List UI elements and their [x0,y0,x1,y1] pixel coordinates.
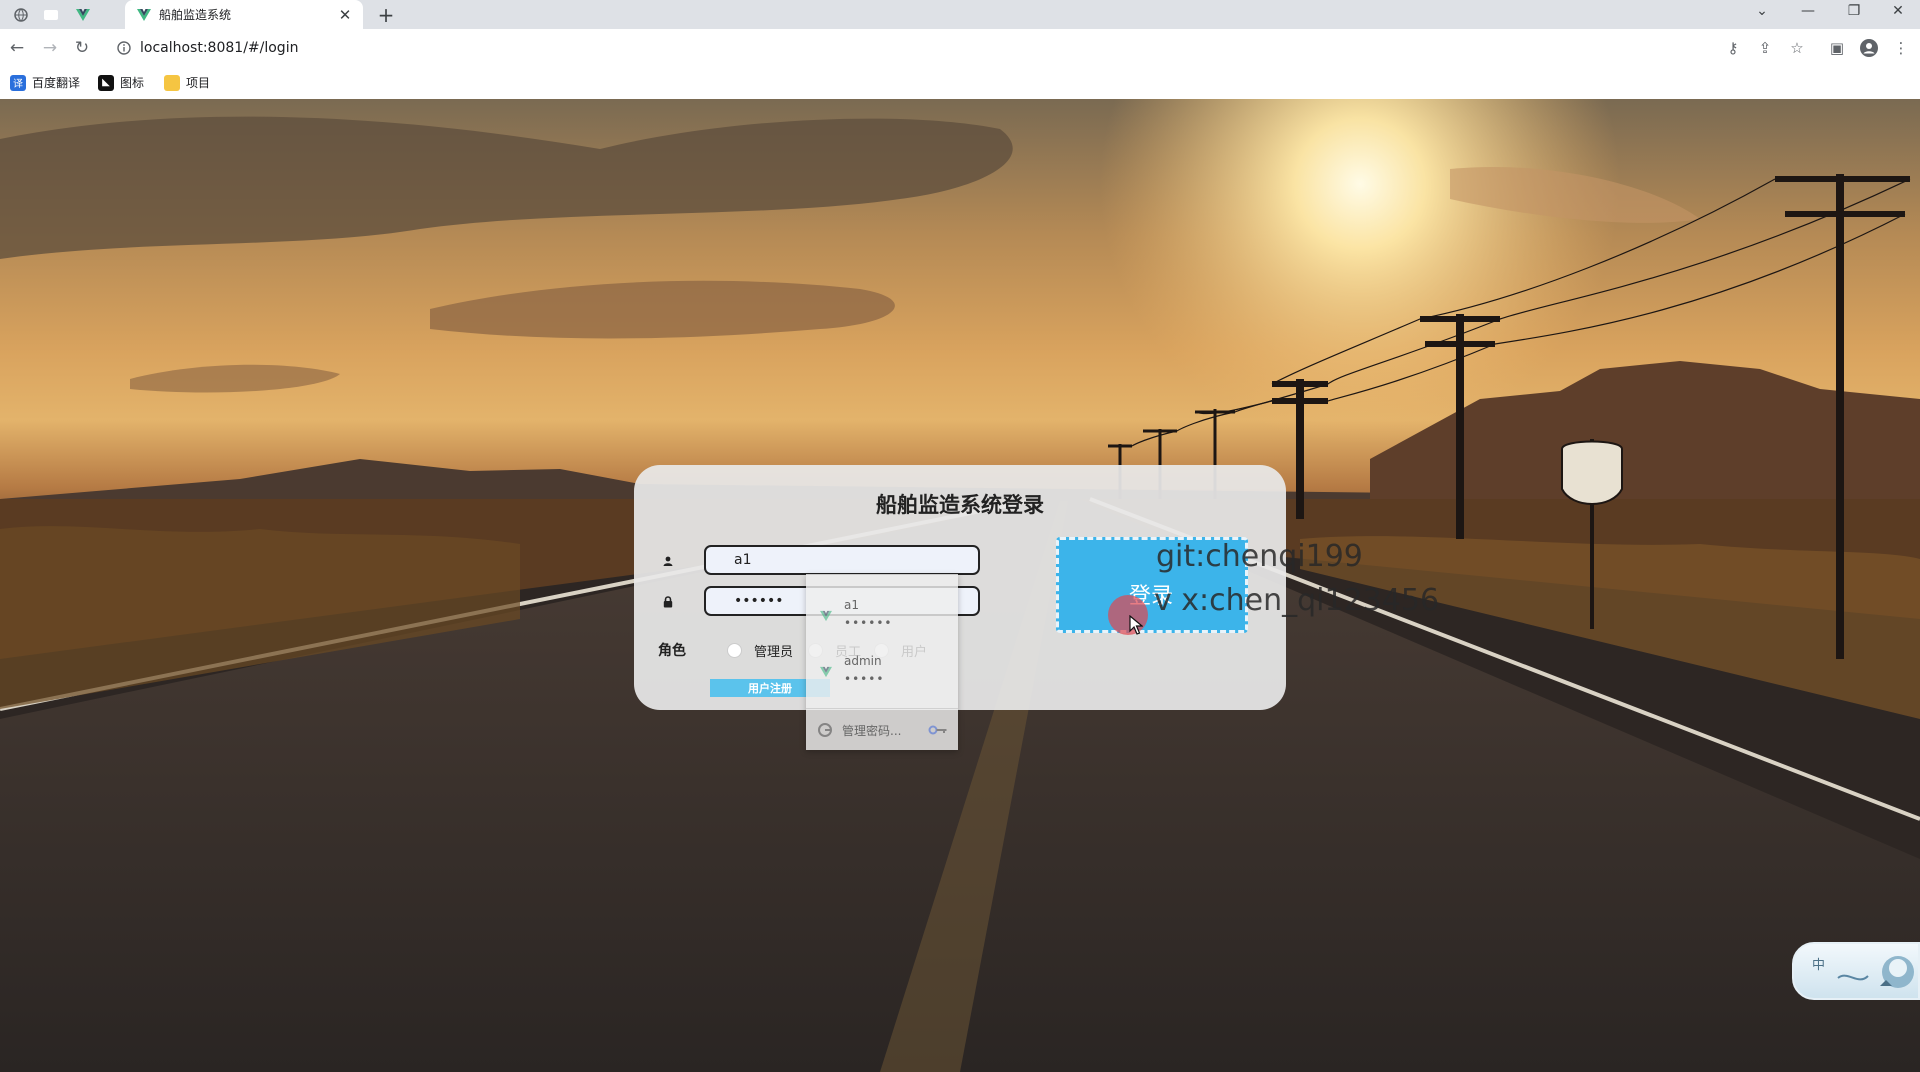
restore-button[interactable]: ❐ [1832,0,1876,22]
vue-logo-icon [820,666,832,678]
tab-vue[interactable] [72,4,94,26]
tab-title: 船舶监造系统 [159,8,232,22]
key-icon [928,725,947,735]
share-icon[interactable]: ⇪ [1753,36,1777,60]
ime-skin-icon [1837,956,1914,988]
bookmark-folder[interactable]: 项目 [164,74,210,91]
radio-admin[interactable]: 管理员 [727,641,793,660]
folder-icon [164,74,180,91]
tab-search-chevron-icon[interactable]: ⌄ [1740,0,1784,22]
ime-mode-label: 中 [1812,958,1826,973]
mouse-cursor-icon [1129,615,1143,635]
bookmark-label: 项目 [186,76,211,90]
info-icon[interactable] [116,40,132,56]
browser-toolbar: ← → ↻ localhost:8081/#/login ⚷ ⇪ ☆ ▣ ⋮ [0,29,1920,66]
iconfont-icon: ◣ [98,74,114,91]
bookmark-iconfont[interactable]: ◣ 图标 [98,74,144,91]
back-button[interactable]: ← [5,36,29,60]
autofill-item[interactable]: admin ••••• [806,644,958,694]
forward-button[interactable]: → [38,36,62,60]
autofill-username: admin [844,654,882,668]
bookmark-label: 百度翻译 [32,76,81,90]
vue-logo-icon [137,8,151,21]
page-icon [44,10,58,20]
bookmark-label: 图标 [120,76,145,90]
ime-widget[interactable]: 中 [1792,942,1920,1000]
login-card: 船舶监造系统登录 a1 •••••• 角色 管理员 员工 用户 用户注册 登录 … [634,465,1439,710]
profile-icon[interactable] [1857,36,1881,60]
manage-passwords-label: 管理密码... [842,723,902,738]
translate-icon: 译 [10,74,26,91]
tab-strip: 船舶监造系统 ✕ + ⌄ — ❐ ✕ [0,0,1920,29]
google-icon [818,723,832,737]
url-text: localhost:8081/#/login [140,40,299,56]
login-title: 船舶监造系统登录 [876,493,1044,517]
tab-globe[interactable] [10,4,32,26]
bookmark-star-icon[interactable]: ☆ [1785,36,1809,60]
autofill-dropdown: a1 •••••• admin ••••• 管理密码... [806,574,958,750]
close-tab-icon[interactable]: ✕ [335,5,355,25]
reload-button[interactable]: ↻ [70,36,94,60]
manage-passwords-item[interactable]: 管理密码... [806,708,958,751]
role-label: 角色 [658,643,686,659]
bookmark-translate[interactable]: 译 百度翻译 [10,74,80,91]
globe-icon [14,8,28,22]
radio-label: 管理员 [754,645,794,660]
autofill-username: a1 [844,598,859,612]
minimize-button[interactable]: — [1786,0,1830,22]
watermark-wx: v x:chen_qi123456 [1154,583,1440,618]
user-icon [660,553,676,569]
menu-kebab-icon[interactable]: ⋮ [1889,36,1913,60]
radio-circle[interactable] [727,643,742,658]
autofill-password: ••••• [844,672,885,686]
autofill-item[interactable]: a1 •••••• [806,588,958,638]
close-window-button[interactable]: ✕ [1876,0,1920,22]
tab-login[interactable]: 船舶监造系统 ✕ [125,0,363,29]
tab-blank[interactable] [40,4,62,26]
new-tab-button[interactable]: + [374,3,398,27]
bookmarks-bar: 译 百度翻译 ◣ 图标 项目 [0,66,1920,100]
vue-logo-icon [76,9,90,21]
username-input[interactable]: a1 [704,545,980,575]
vue-logo-icon [820,610,832,622]
watermark-git: git:chenqi199 [1156,539,1363,574]
side-panel-icon[interactable]: ▣ [1825,36,1849,60]
address-bar[interactable]: localhost:8081/#/login [104,33,1804,63]
autofill-password: •••••• [844,616,893,630]
lock-icon [660,594,676,610]
password-key-icon[interactable]: ⚷ [1721,36,1745,60]
